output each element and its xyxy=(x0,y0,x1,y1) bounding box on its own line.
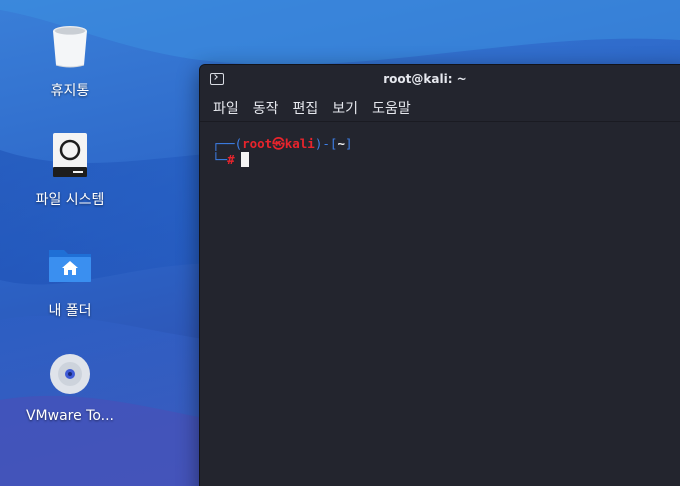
prompt-close-bracket: ] xyxy=(344,136,353,151)
terminal-content[interactable]: ┌──(root㉿kali)-[~] └─# xyxy=(200,122,680,486)
prompt-symbol: # xyxy=(227,152,235,167)
desktop-icon-trash[interactable]: 휴지통 xyxy=(10,22,130,100)
text-cursor xyxy=(240,152,249,167)
desktop-icon-label: 파일 시스템 xyxy=(35,192,105,208)
menu-help[interactable]: 도움말 xyxy=(365,96,418,120)
window-title: root@kali: ~ xyxy=(383,72,467,86)
menu-actions[interactable]: 동작 xyxy=(246,96,286,120)
desktop: 휴지통 파일 시스템 내 폴더 VMware To... root@kali: … xyxy=(0,0,680,486)
prompt-directory: ~ xyxy=(337,136,345,151)
prompt-host: kali xyxy=(284,136,315,151)
home-folder-icon xyxy=(49,250,91,282)
desktop-icon-filesystem[interactable]: 파일 시스템 xyxy=(10,131,130,209)
prompt-frame-bottom: └─ xyxy=(212,152,228,167)
desktop-icon-label: 휴지통 xyxy=(50,83,90,99)
menu-view[interactable]: 보기 xyxy=(325,96,365,120)
prompt-line-1: ┌──(root㉿kali)-[~] xyxy=(212,136,353,152)
prompt-frame-top: ┌── xyxy=(212,136,235,151)
window-titlebar[interactable]: root@kali: ~ xyxy=(200,65,680,95)
trash-icon xyxy=(53,26,87,68)
desktop-icon-home[interactable]: 내 폴더 xyxy=(10,242,130,320)
disc-icon xyxy=(50,354,90,394)
menu-file[interactable]: 파일 xyxy=(206,96,246,120)
prompt-at-symbol: ㉿ xyxy=(272,136,285,151)
menu-bar: 파일 동작 편집 보기 도움말 xyxy=(200,95,680,122)
prompt-user: root xyxy=(242,136,273,151)
prompt-open-paren: ( xyxy=(234,136,243,151)
desktop-icon-label: 내 폴더 xyxy=(48,303,92,319)
drive-icon xyxy=(53,133,87,177)
prompt-line-2: └─# xyxy=(212,152,249,168)
desktop-icon-vmware-tools[interactable]: VMware To... xyxy=(10,350,130,424)
desktop-icon-label: VMware To... xyxy=(25,408,115,424)
prompt-dash: - xyxy=(322,136,330,151)
menu-edit[interactable]: 편집 xyxy=(286,96,326,120)
terminal-window[interactable]: root@kali: ~ 파일 동작 편집 보기 도움말 ┌──(root㉿ka… xyxy=(199,64,680,486)
